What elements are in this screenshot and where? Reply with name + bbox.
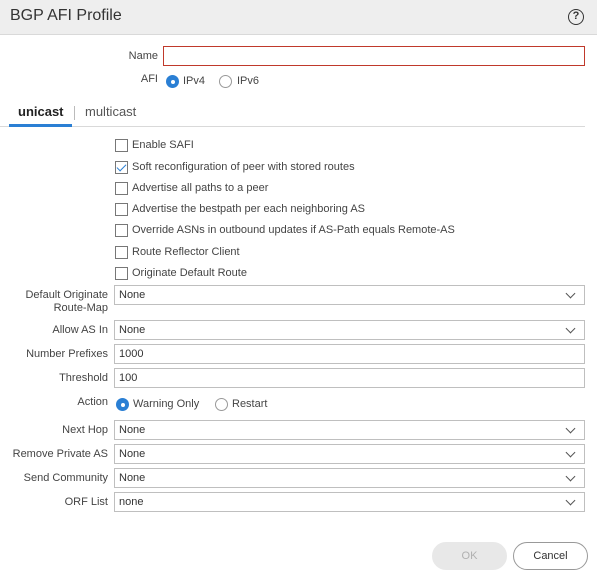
default-originate-label-line2: Route-Map [53,302,108,314]
allow-as-in-value: None [119,324,146,336]
afi-label: AFI [140,73,158,85]
name-label: Name [128,50,158,62]
threshold-label: Threshold [59,372,108,384]
action-restart-radio[interactable] [215,398,228,411]
orf-list-value: none [119,496,144,508]
tab-divider [0,126,585,127]
default-originate-label: Default Originate Route-Map [2,289,108,315]
orf-list-select[interactable]: none [114,492,585,512]
chevron-down-icon [565,447,576,458]
afi-ipv6-label: IPv6 [237,75,260,87]
chevron-down-icon [565,423,576,434]
route-reflector-client-checkbox[interactable] [115,246,128,259]
chevron-down-icon [565,495,576,506]
chevron-down-icon [565,323,576,334]
afi-ipv4-label: IPv4 [183,75,206,87]
threshold-input[interactable]: 100 [114,368,585,388]
allow-as-in-label: Allow AS In [52,324,108,336]
advertise-all-paths-label: Advertise all paths to a peer [132,182,269,194]
soft-reconfiguration-checkbox[interactable] [115,161,128,174]
next-hop-value: None [119,424,146,436]
next-hop-select[interactable]: None [114,420,585,440]
originate-default-route-checkbox[interactable] [115,267,128,280]
active-tab-indicator [9,124,72,127]
tab-separator [74,106,75,120]
send-community-label: Send Community [23,472,108,484]
cancel-button[interactable]: Cancel [513,542,588,570]
advertise-bestpath-checkbox[interactable] [115,203,128,216]
route-reflector-client-label: Route Reflector Client [132,246,240,258]
default-originate-select[interactable]: None [114,285,585,305]
remove-private-as-value: None [119,448,146,460]
default-originate-value: None [119,289,146,301]
chevron-down-icon [565,471,576,482]
chevron-down-icon [565,288,576,299]
soft-reconfiguration-label: Soft reconfiguration of peer with stored… [132,161,355,173]
send-community-value: None [119,472,146,484]
tab-unicast[interactable]: unicast [18,104,64,120]
action-restart-label: Restart [232,398,268,410]
override-asns-label: Override ASNs in outbound updates if AS-… [132,224,455,236]
action-warning-only-label: Warning Only [133,398,200,410]
ok-button[interactable]: OK [432,542,507,570]
advertise-all-paths-checkbox[interactable] [115,182,128,195]
action-label: Action [77,396,108,408]
enable-safi-label: Enable SAFI [132,139,194,151]
remove-private-as-label: Remove Private AS [12,448,108,460]
number-prefixes-label: Number Prefixes [26,348,108,360]
tab-multicast[interactable]: multicast [85,104,136,120]
remove-private-as-select[interactable]: None [114,444,585,464]
dialog-title: BGP AFI Profile [10,7,122,24]
afi-ipv4-radio[interactable] [166,75,179,88]
dialog-titlebar: BGP AFI Profile ? [0,0,597,35]
default-originate-label-line1: Default Originate [25,289,108,301]
name-input[interactable] [163,46,585,66]
number-prefixes-input[interactable]: 1000 [114,344,585,364]
help-icon[interactable]: ? [568,9,584,25]
orf-list-label: ORF List [64,496,108,508]
advertise-bestpath-label: Advertise the bestpath per each neighbor… [132,203,365,215]
send-community-select[interactable]: None [114,468,585,488]
originate-default-route-label: Originate Default Route [132,267,247,279]
enable-safi-checkbox[interactable] [115,139,128,152]
allow-as-in-select[interactable]: None [114,320,585,340]
afi-ipv6-radio[interactable] [219,75,232,88]
next-hop-label: Next Hop [62,424,108,436]
override-asns-checkbox[interactable] [115,224,128,237]
action-warning-only-radio[interactable] [116,398,129,411]
